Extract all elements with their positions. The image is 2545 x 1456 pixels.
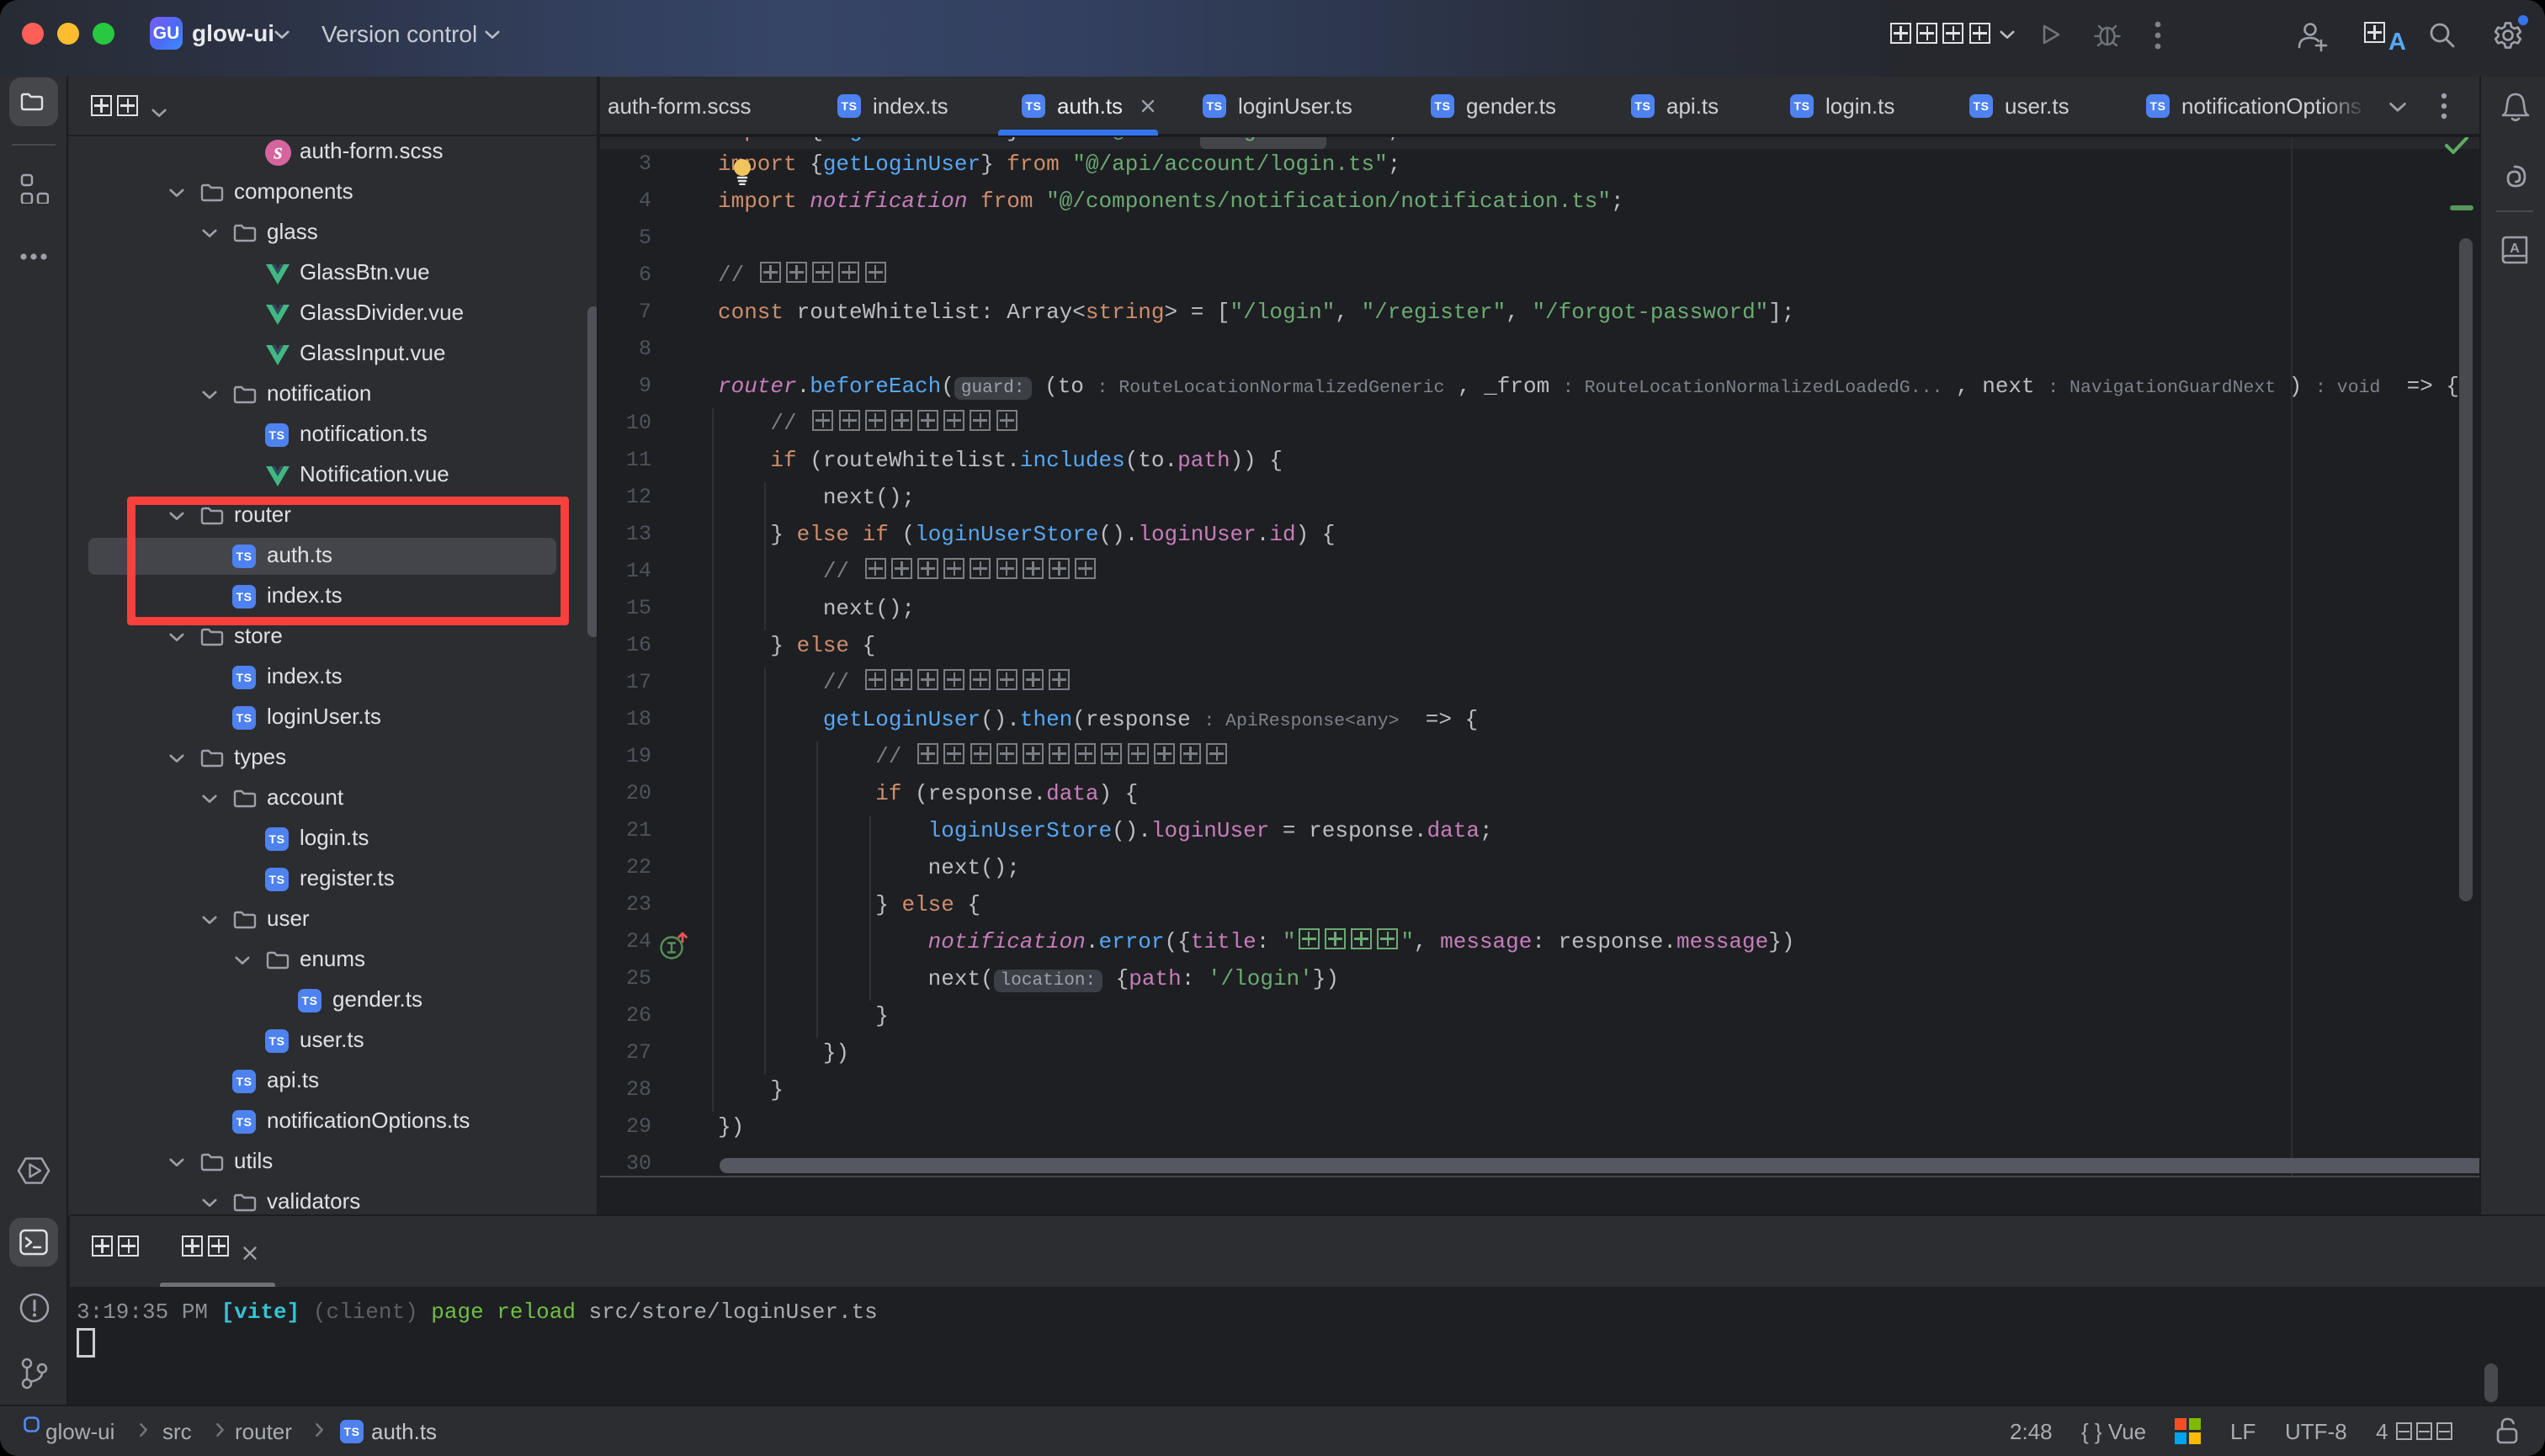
svg-text:s: s xyxy=(273,140,283,163)
svg-text:A: A xyxy=(2510,242,2520,256)
